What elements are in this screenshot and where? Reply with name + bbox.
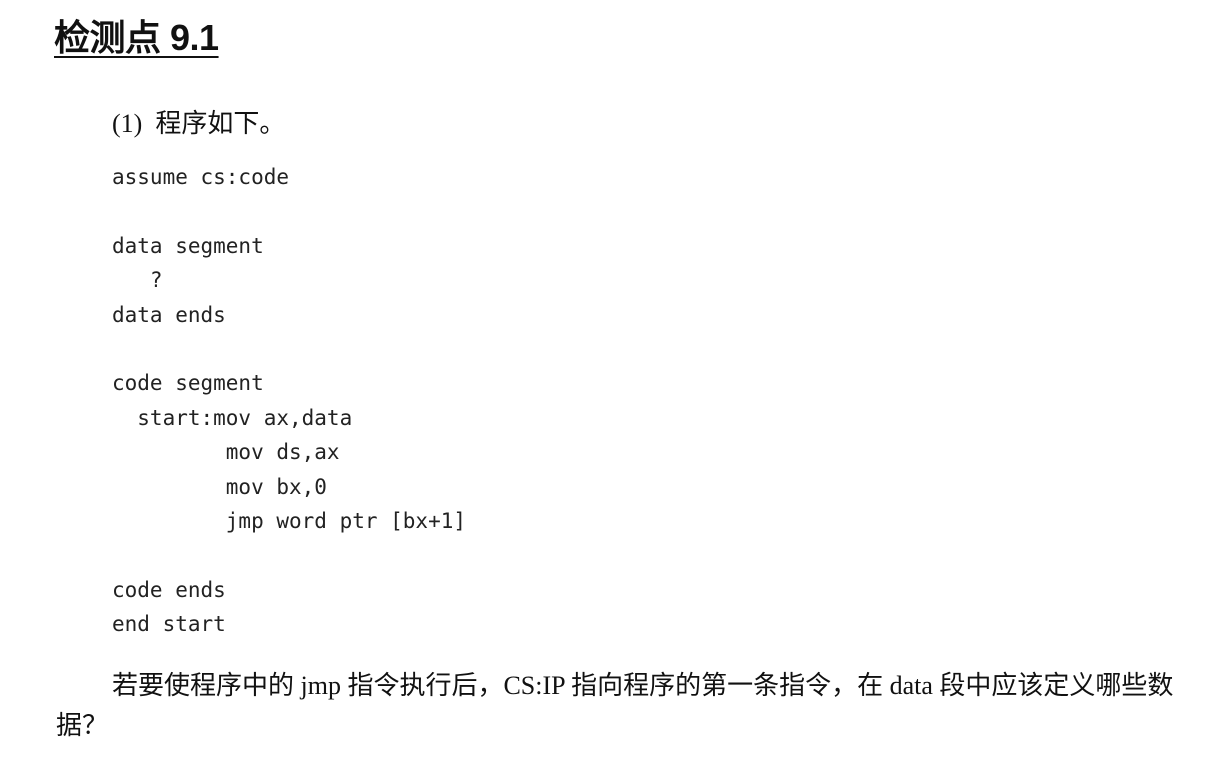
code-line: jmp word ptr [bx+1] <box>112 508 467 533</box>
section-title: 检测点 9.1 <box>54 17 219 58</box>
code-block: assume cs:code data segment ? data ends cod… <box>112 160 466 641</box>
intro-text: (1) 程序如下。 <box>112 109 286 138</box>
code-line: data ends <box>112 302 226 327</box>
code-line: assume cs:code <box>112 165 290 189</box>
code-line: data segment <box>112 233 264 258</box>
code-line: start:mov ax,data <box>112 405 353 430</box>
code-line: ? <box>112 268 163 293</box>
code-line: end start <box>112 612 226 637</box>
code-line: code segment <box>112 371 264 396</box>
code-line: mov ds,ax <box>112 440 340 465</box>
code-line: code ends <box>112 577 226 602</box>
code-line: mov bx,0 <box>112 474 327 499</box>
question-text: 若要使程序中的 jmp 指令执行后，CS:IP 指向程序的第一条指令，在 dat… <box>56 671 1174 740</box>
